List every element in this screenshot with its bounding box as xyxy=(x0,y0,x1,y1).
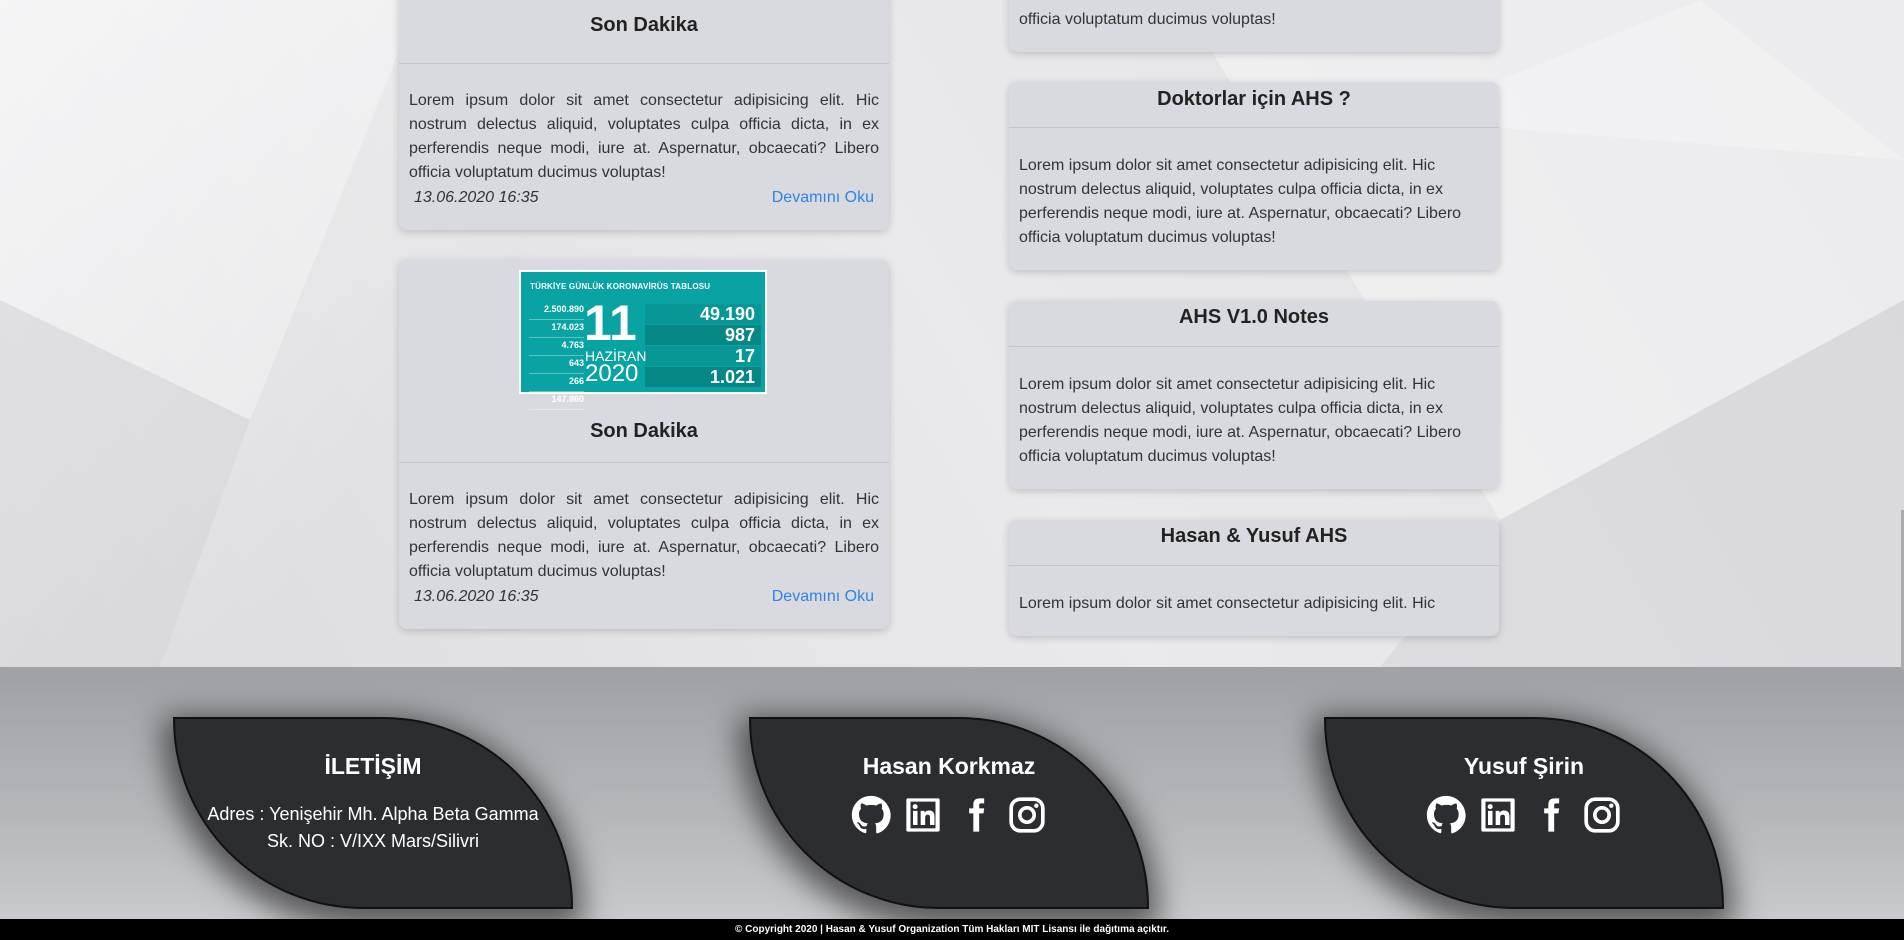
person-panel-yusuf: Yusuf Şirin xyxy=(1324,717,1724,909)
info-card: AHS V1.0 Notes Lorem ipsum dolor sit ame… xyxy=(1009,301,1499,489)
card-text: Lorem ipsum dolor sit amet consectetur a… xyxy=(409,92,879,181)
card-date: 13.06.2020 16:35 xyxy=(414,588,539,605)
facebook-icon[interactable] xyxy=(955,795,995,835)
image-stat: 147.860 xyxy=(529,392,584,410)
info-card: Hasan & Yusuf AHS Lorem ipsum dolor sit … xyxy=(1009,520,1499,636)
news-image: TÜRKİYE GÜNLÜK KORONAVİRÜS TABLOSU 2.500… xyxy=(519,270,767,410)
contact-address: Adres : Yenişehir Mh. Alpha Beta Gamma S… xyxy=(207,804,539,851)
card-text: Lorem ipsum dolor sit amet consectetur a… xyxy=(1019,376,1462,465)
image-stat: 1.021 xyxy=(645,367,761,387)
card-title: AHS V1.0 Notes xyxy=(1178,306,1330,328)
image-title: TÜRKİYE GÜNLÜK KORONAVİRÜS TABLOSU xyxy=(530,282,711,291)
image-stat: 2.500.890 xyxy=(529,302,584,320)
card-text: Lorem ipsum dolor sit amet consectetur a… xyxy=(1019,157,1462,246)
card-divider xyxy=(1009,127,1499,128)
info-card: officia voluptatum ducimus voluptas! xyxy=(1009,0,1499,52)
image-day: 11 xyxy=(584,295,637,351)
image-stat: 49.190 xyxy=(645,304,761,324)
card-title: Son Dakika xyxy=(590,420,698,442)
card-title: Son Dakika xyxy=(590,14,698,36)
github-icon[interactable] xyxy=(1426,795,1466,835)
page-background xyxy=(0,0,1904,667)
person-name: Hasan Korkmaz xyxy=(862,753,1036,779)
card-divider xyxy=(399,63,889,64)
image-year: 2020 xyxy=(585,360,639,387)
image-stat: 266 xyxy=(529,374,584,392)
linkedin-icon[interactable] xyxy=(1478,795,1518,835)
image-stat: 174.023 xyxy=(529,320,584,338)
person-name: Yusuf Şirin xyxy=(1463,753,1585,779)
scrollbar[interactable] xyxy=(1900,0,1904,940)
news-card: Son Dakika Lorem ipsum dolor sit amet co… xyxy=(399,0,889,230)
read-more-link[interactable]: Devamını Oku xyxy=(772,588,874,606)
image-left-stats: 2.500.890 174.023 4.763 643 266 147.860 xyxy=(529,302,584,410)
background-geometry xyxy=(0,0,1904,667)
github-icon[interactable] xyxy=(851,795,891,835)
info-card: Doktorlar için AHS ? Lorem ipsum dolor s… xyxy=(1009,82,1499,270)
image-stat: 4.763 xyxy=(529,338,584,356)
person-panel-hasan: Hasan Korkmaz xyxy=(749,717,1149,909)
read-more-link[interactable]: Devamını Oku xyxy=(772,189,874,207)
footer: İLETİŞİM Adres : Yenişehir Mh. Alpha Bet… xyxy=(0,667,1904,919)
card-text: Lorem ipsum dolor sit amet consectetur a… xyxy=(1019,595,1436,612)
image-right-stats: 49.190 987 17 1.021 xyxy=(645,304,761,388)
card-divider xyxy=(1009,565,1499,566)
contact-panel: İLETİŞİM Adres : Yenişehir Mh. Alpha Bet… xyxy=(173,717,573,909)
instagram-icon[interactable] xyxy=(1582,795,1622,835)
contact-title: İLETİŞİM xyxy=(324,753,422,779)
social-icons xyxy=(751,795,1147,835)
card-divider xyxy=(1009,346,1499,347)
card-divider xyxy=(399,462,889,463)
copyright-bar: © Copyright 2020 | Hasan & Yusuf Organiz… xyxy=(0,919,1904,940)
social-icons xyxy=(1326,795,1722,835)
linkedin-icon[interactable] xyxy=(903,795,943,835)
image-stat: 17 xyxy=(645,346,761,366)
card-title: Doktorlar için AHS ? xyxy=(1157,88,1351,110)
card-text: Lorem ipsum dolor sit amet consectetur a… xyxy=(409,491,879,580)
facebook-icon[interactable] xyxy=(1530,795,1570,835)
image-stat: 987 xyxy=(645,325,761,345)
image-stat: 643 xyxy=(529,356,584,374)
card-date: 13.06.2020 16:35 xyxy=(414,189,539,206)
news-card: TÜRKİYE GÜNLÜK KORONAVİRÜS TABLOSU 2.500… xyxy=(399,260,889,629)
instagram-icon[interactable] xyxy=(1007,795,1047,835)
card-text: officia voluptatum ducimus voluptas! xyxy=(1019,11,1276,28)
card-title: Hasan & Yusuf AHS xyxy=(1160,525,1348,547)
